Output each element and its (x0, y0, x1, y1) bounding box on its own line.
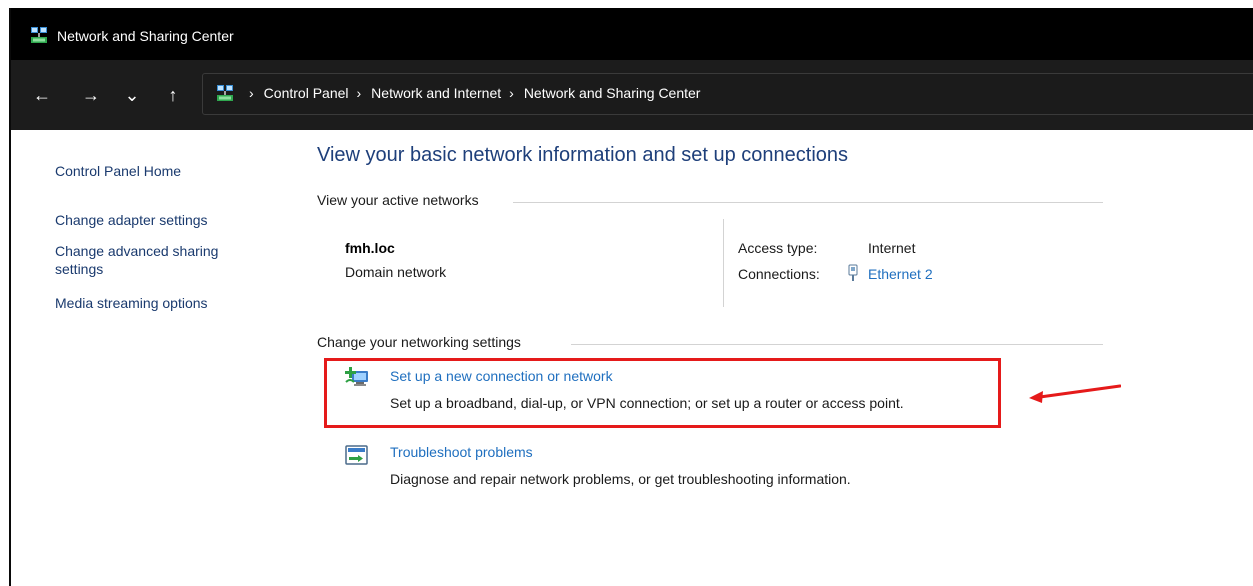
red-arrow-annotation (1029, 384, 1121, 403)
network-center-icon (217, 85, 233, 101)
access-type-label: Access type: (738, 240, 818, 256)
sidebar-item-control-panel-home[interactable]: Control Panel Home (55, 162, 275, 180)
ethernet-icon (848, 264, 858, 281)
breadcrumb: › Control Panel › Network and Internet ›… (241, 85, 700, 101)
troubleshoot-icon[interactable] (344, 444, 370, 468)
back-button[interactable]: ← (29, 81, 55, 109)
section-divider (571, 344, 1103, 345)
sidebar-item-media-streaming-options[interactable]: Media streaming options (55, 294, 275, 312)
active-networks-label: View your active networks (317, 192, 479, 208)
screen-bezel-top (0, 0, 1253, 8)
highlight-box (324, 358, 1001, 428)
forward-arrow-icon: → (82, 85, 100, 105)
breadcrumb-item-control-panel[interactable]: Control Panel (264, 85, 349, 101)
window-title: Network and Sharing Center (57, 28, 234, 44)
chevron-down-icon: ⌄ (124, 85, 140, 105)
ethernet-connection-link[interactable]: Ethernet 2 (868, 266, 933, 282)
forward-button[interactable]: → (78, 81, 104, 109)
up-arrow-icon: ↑ (168, 85, 178, 105)
content-area: Control Panel Home Change adapter settin… (11, 130, 1253, 586)
breadcrumb-item-network-and-sharing-center[interactable]: Network and Sharing Center (524, 85, 701, 101)
navigation-bar: ← → ⌄ ↑ › Control Panel › Network and In… (11, 60, 1253, 130)
sidebar-item-change-advanced-sharing-settings[interactable]: Change advanced sharing settings (55, 242, 265, 278)
breadcrumb-separator-icon[interactable]: › (509, 85, 514, 101)
page-title: View your basic network information and … (317, 144, 849, 166)
connections-label: Connections: (738, 266, 820, 282)
title-bar: Network and Sharing Center (11, 8, 1253, 60)
sidebar-item-change-adapter-settings[interactable]: Change adapter settings (55, 211, 275, 229)
change-settings-label: Change your networking settings (317, 334, 521, 350)
breadcrumb-separator-icon[interactable]: › (357, 85, 362, 101)
troubleshoot-problems-description: Diagnose and repair network problems, or… (390, 471, 851, 487)
breadcrumb-item-network-and-internet[interactable]: Network and Internet (371, 85, 501, 101)
network-sharing-center-window: Network and Sharing Center ← → ⌄ ↑ › Con… (9, 8, 1253, 586)
screen-bezel-left (0, 8, 9, 586)
back-arrow-icon: ← (33, 85, 51, 105)
troubleshoot-problems-link[interactable]: Troubleshoot problems (390, 444, 533, 460)
section-divider (513, 202, 1103, 203)
network-center-icon (31, 27, 47, 43)
recent-locations-button[interactable]: ⌄ (119, 81, 145, 109)
network-type: Domain network (345, 264, 447, 280)
access-type-value: Internet (868, 240, 916, 256)
address-bar[interactable]: › Control Panel › Network and Internet ›… (202, 73, 1253, 115)
breadcrumb-separator-icon[interactable]: › (249, 85, 254, 101)
network-name: fmh.loc (345, 240, 395, 256)
network-info-divider (723, 219, 724, 307)
up-button[interactable]: ↑ (160, 81, 186, 109)
